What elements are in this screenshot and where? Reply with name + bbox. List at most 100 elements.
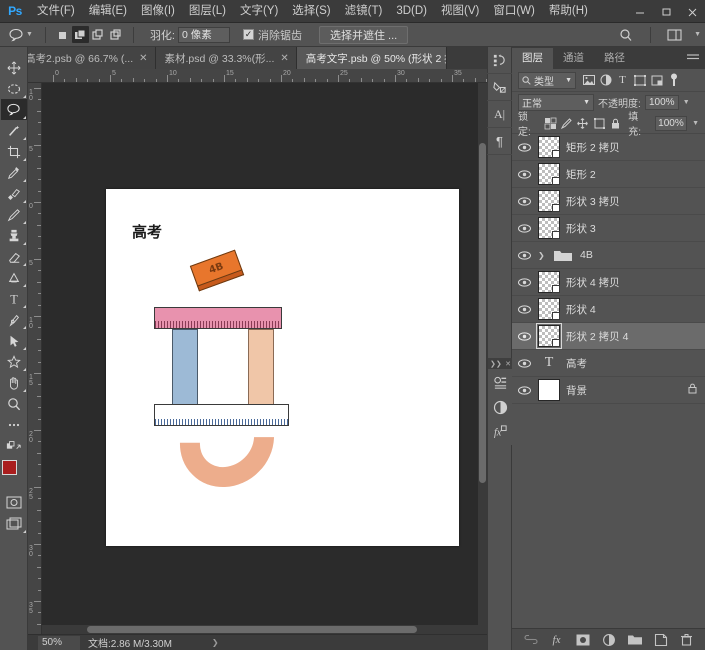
layer-visibility-icon[interactable] [516,331,532,341]
tool-preset-caret-icon[interactable]: ▼ [26,31,33,38]
menu-image[interactable]: 图像(I) [134,0,182,23]
group-folder-icon[interactable] [552,244,574,266]
feather-input[interactable]: 0 像素 [178,26,230,43]
adjustment-layer-icon[interactable] [602,633,616,647]
layer-visibility-icon[interactable] [516,250,532,260]
new-layer-icon[interactable] [654,633,668,647]
lock-artboard-icon[interactable] [593,117,605,129]
new-group-icon[interactable] [627,633,642,647]
character-panel-icon[interactable]: A| [487,101,512,128]
layer-thumbnail[interactable] [538,190,560,212]
menu-layer[interactable]: 图层(L) [182,0,233,23]
tab-channels[interactable]: 通道 [553,48,594,69]
layer-row[interactable]: 矩形 2 拷贝 [512,134,705,161]
type-tool[interactable]: T [1,288,27,309]
menu-select[interactable]: 选择(S) [285,0,337,23]
vertical-ruler[interactable]: 1050510152025303540 [28,83,42,634]
group-expand-icon[interactable]: ❯ [538,251,546,260]
chevron-down-icon[interactable]: ▼ [565,77,572,84]
menu-view[interactable]: 视图(V) [434,0,486,23]
layer-thumbnail[interactable] [538,217,560,239]
menu-3d[interactable]: 3D(D) [389,0,434,23]
opacity-input[interactable]: 100% [644,95,679,110]
styles-panel-icon[interactable] [488,395,513,419]
status-expand-icon[interactable]: ❯ [212,638,219,647]
layer-visibility-icon[interactable] [516,277,532,287]
layer-visibility-icon[interactable] [516,169,532,179]
layer-row-selected[interactable]: 形状 2 拷贝 4 [512,323,705,350]
menu-type[interactable]: 文字(Y) [233,0,285,23]
new-selection-button[interactable] [54,26,71,43]
eraser-tool[interactable] [1,246,27,267]
layer-visibility-icon[interactable] [516,196,532,206]
layers-list[interactable]: 矩形 2 拷贝 矩形 2 形状 3 拷贝 形状 3 ❯ 4B 形状 4 拷贝 形… [512,134,705,491]
layer-visibility-icon[interactable] [516,385,532,395]
layer-row[interactable]: 形状 4 [512,296,705,323]
layer-row[interactable]: 矩形 2 [512,161,705,188]
canvas-area[interactable]: 高考 4B [42,83,487,634]
layer-thumbnail[interactable] [536,323,562,349]
more-tools-button[interactable] [1,414,27,435]
close-icon[interactable]: ✕ [505,360,511,368]
lock-image-icon[interactable] [560,117,572,129]
antialias-checkbox-group[interactable]: ✓ 消除锯齿 [243,27,302,43]
layer-thumbnail[interactable] [538,271,560,293]
panel-menu-icon[interactable] [687,53,699,64]
filter-adjustment-icon[interactable] [599,73,612,88]
fill-input[interactable]: 100% [654,115,688,131]
zoom-level-field[interactable]: 50% [38,635,80,650]
delete-layer-icon[interactable] [680,633,694,647]
eyedropper-tool[interactable] [1,162,27,183]
color-swatches[interactable] [1,460,26,484]
pen-tool[interactable] [1,309,27,330]
menu-window[interactable]: 窗口(W) [486,0,542,23]
foreground-color-swatch[interactable] [1,460,17,475]
select-and-mask-button[interactable]: 选择并遮住 ... [319,25,409,44]
marquee-tool[interactable] [1,78,27,99]
layer-mask-icon[interactable] [576,633,590,647]
close-icon[interactable] [679,0,705,23]
document-tab-1[interactable]: 高考2.psb @ 66.7% (... ✕ [16,47,156,69]
screen-mode-icon[interactable] [1,513,27,534]
workspace-switcher-icon[interactable] [662,23,688,46]
chevron-down-icon[interactable]: ▼ [583,99,590,106]
layer-row[interactable]: 背景 [512,377,705,404]
maximize-icon[interactable] [653,0,679,23]
move-tool[interactable] [1,57,27,78]
layer-thumbnail[interactable] [538,298,560,320]
canvas-horizontal-scrollbar[interactable] [42,625,478,634]
lasso-tool[interactable] [0,99,27,120]
text-layer-thumbnail[interactable]: T [538,352,560,374]
layer-visibility-icon[interactable] [516,223,532,233]
layer-row[interactable]: 形状 4 拷贝 [512,269,705,296]
actions-panel-icon[interactable]: fx [488,419,513,443]
layer-row[interactable]: 形状 3 [512,215,705,242]
zoom-tool[interactable] [1,393,27,414]
current-tool-lasso-icon[interactable]: ▼ [8,27,33,43]
menu-filter[interactable]: 滤镜(T) [338,0,390,23]
layer-row[interactable]: ❯ 4B [512,242,705,269]
clone-stamp-tool[interactable] [1,225,27,246]
lock-all-icon[interactable] [610,117,621,129]
path-selection-tool[interactable] [1,330,27,351]
shape-tool[interactable] [1,351,27,372]
intersect-selection-button[interactable] [108,26,125,43]
close-icon[interactable]: ✕ [280,53,288,64]
layer-visibility-icon[interactable] [516,358,532,368]
link-layers-icon[interactable] [523,633,538,647]
menu-edit[interactable]: 编辑(E) [82,0,134,23]
menu-help[interactable]: 帮助(H) [542,0,595,23]
search-icon[interactable] [613,23,639,46]
history-icon[interactable] [487,47,512,74]
layer-row[interactable]: T 高考 [512,350,705,377]
add-to-selection-button[interactable] [71,26,89,43]
fill-slider-caret-icon[interactable]: ▼ [692,120,699,127]
layer-thumbnail[interactable] [538,163,560,185]
opacity-slider-caret-icon[interactable]: ▼ [683,99,690,106]
layer-thumbnail[interactable] [538,136,560,158]
layer-row[interactable]: 形状 3 拷贝 [512,188,705,215]
filter-type-icon[interactable]: T [616,73,629,88]
artboard[interactable]: 高考 4B [106,189,459,546]
adjustments-panel-icon[interactable] [488,371,513,395]
minimize-icon[interactable] [627,0,653,23]
